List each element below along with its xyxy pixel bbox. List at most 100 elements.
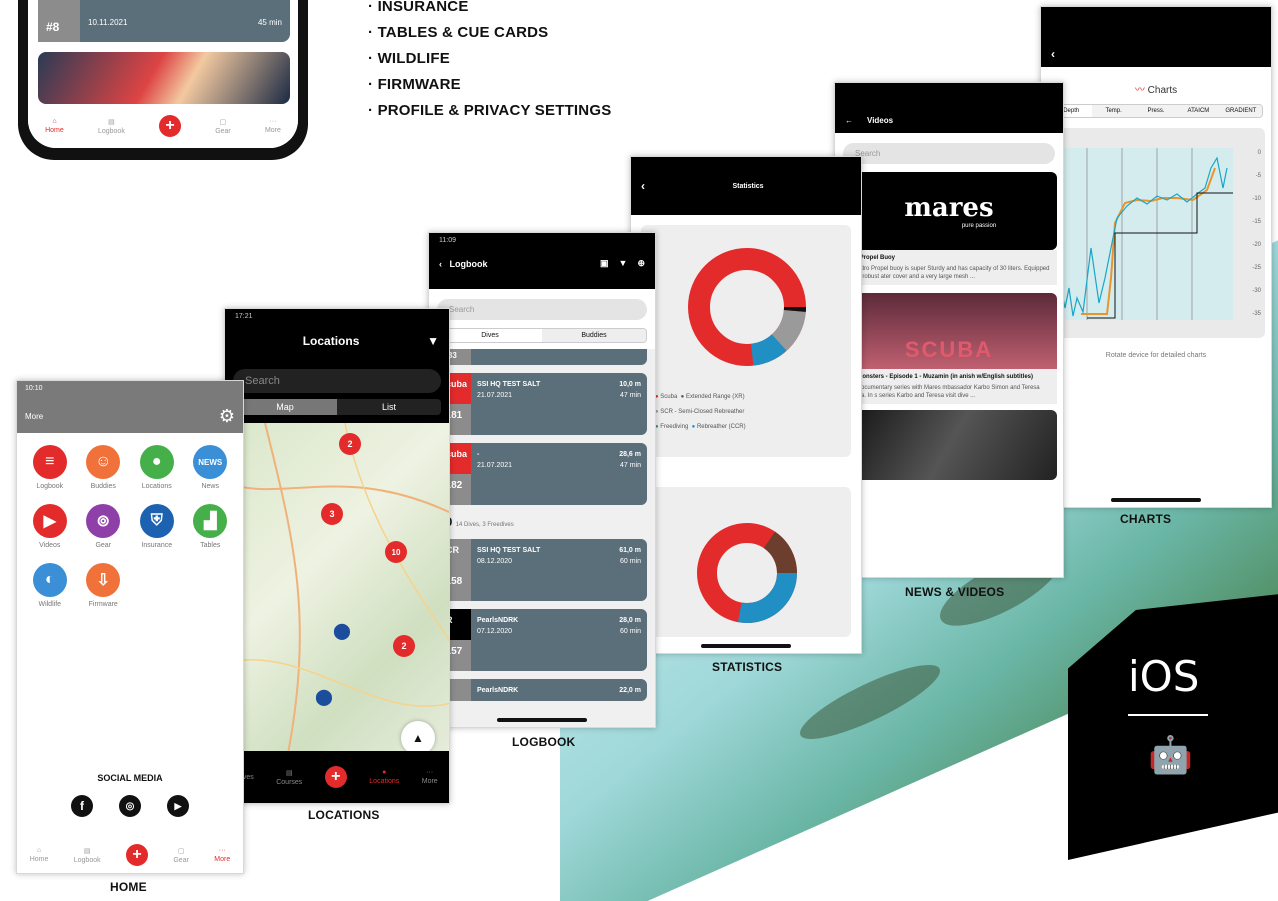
dive-row[interactable]: SCR#158 SSI HQ TEST SALT08.12.2020 61,0 … bbox=[437, 539, 647, 601]
grid-item-tables[interactable]: ▟ Tables bbox=[184, 504, 238, 549]
pin-icon: ● bbox=[382, 769, 387, 776]
map-pin-icon[interactable]: ⬤ bbox=[315, 687, 333, 707]
add-icon[interactable]: ⊕ bbox=[637, 258, 645, 269]
back-icon[interactable]: ‹ bbox=[641, 179, 645, 193]
tab-logbook[interactable]: ▤ Logbook bbox=[98, 118, 125, 135]
video-item-title[interactable]: uba Monsters - Episode 1 - Muzamin (in a… bbox=[845, 373, 1053, 381]
seg-dives[interactable]: Dives bbox=[438, 329, 542, 342]
video-thumbnail[interactable]: SCUBA bbox=[841, 293, 1057, 369]
tab-more[interactable]: ··· More bbox=[422, 769, 438, 785]
type-donut-card: ● Scuba ● Extended Range (XR) ● SCR - Se… bbox=[641, 225, 851, 457]
dive-row[interactable]: Scuba #181 SSI HQ TEST SALT 21.07.2021 10,… bbox=[437, 373, 647, 435]
video-thumbnail[interactable] bbox=[841, 410, 1057, 480]
filter-icon[interactable]: ▼ bbox=[619, 258, 628, 269]
home-indicator bbox=[497, 718, 587, 722]
map-cluster[interactable]: 10 bbox=[385, 541, 407, 563]
grid-item-locations[interactable]: ● Locations bbox=[130, 445, 184, 490]
locations-screen: 17:21 Locations ▼ Search Map List 2 3 10… bbox=[224, 308, 450, 804]
settings-gear-icon[interactable]: ⚙ bbox=[219, 406, 235, 427]
tab-locations[interactable]: ● Locations bbox=[369, 769, 399, 785]
more-icon: ··· bbox=[218, 847, 226, 854]
person-icon: ☺ bbox=[86, 445, 121, 479]
grid-item-firmware[interactable]: ⇩ Firmware bbox=[77, 563, 131, 608]
tab-more[interactable]: ··· More bbox=[214, 847, 230, 863]
seg-map[interactable]: Map bbox=[233, 399, 337, 415]
news-item-title[interactable]: ydro Propel Buoy bbox=[845, 254, 1053, 262]
news-title: Videos bbox=[867, 116, 894, 125]
tab-bar: ⌂ Home ▤ Logbook + ▢ Gear ··· More bbox=[28, 104, 298, 148]
home-indicator bbox=[701, 644, 791, 648]
dive-row[interactable]: #183 bbox=[437, 349, 647, 365]
grid-item-logbook[interactable]: ≡ Logbook bbox=[23, 445, 77, 490]
instagram-icon[interactable]: ◎ bbox=[119, 795, 141, 817]
tab-press[interactable]: Press. bbox=[1134, 105, 1178, 117]
grid-item-gear[interactable]: ⊚ Gear bbox=[77, 504, 131, 549]
grid-item-videos[interactable]: ▶ Videos bbox=[23, 504, 77, 549]
map-view[interactable]: 2 3 10 2 ⬤ ⬤ ▲ bbox=[225, 423, 449, 769]
dive-duration: 45 min bbox=[257, 18, 282, 27]
grid-item-insurance[interactable]: ⛨ Insurance bbox=[130, 504, 184, 549]
add-dive-button[interactable]: + bbox=[159, 115, 182, 137]
book-icon: ▤ bbox=[285, 769, 293, 777]
top-phone: #8 10.11.2021 45 min ⌂ Home ▤ Logbook + ▢ G… bbox=[18, 0, 308, 160]
tab-home[interactable]: ⌂ Home bbox=[45, 118, 64, 134]
grid-item-wildlife[interactable]: ◐ Wildlife bbox=[23, 563, 77, 608]
tab-temp[interactable]: Temp. bbox=[1092, 105, 1135, 117]
dive-card[interactable]: #8 10.11.2021 45 min bbox=[38, 0, 290, 42]
calendar-icon[interactable]: ▣ bbox=[600, 258, 609, 269]
home-header: More bbox=[25, 412, 44, 421]
status-time: 10:10 bbox=[25, 385, 43, 392]
tab-logbook[interactable]: ▤ Logbook bbox=[74, 847, 101, 864]
youtube-icon[interactable]: ▶ bbox=[167, 795, 189, 817]
back-icon[interactable]: ‹ bbox=[1051, 47, 1055, 61]
tab-courses[interactable]: ▤ Courses bbox=[276, 769, 302, 786]
status-time: 11:09 bbox=[439, 237, 456, 244]
caption-home: HOME bbox=[110, 880, 147, 894]
back-icon[interactable]: ‹ bbox=[439, 259, 442, 269]
locations-title: Locations bbox=[302, 334, 360, 348]
chart-area: 0 -5 -10 -15 -20 -25 -30 -35 bbox=[1047, 128, 1265, 338]
search-input[interactable]: Search bbox=[843, 143, 1055, 164]
chart-icon: ▟ bbox=[193, 504, 228, 538]
android-icon: 🤖 bbox=[1148, 734, 1193, 775]
seg-buddies[interactable]: Buddies bbox=[542, 329, 646, 342]
map-cluster[interactable]: 3 bbox=[321, 503, 343, 525]
filter-icon[interactable]: ▼ bbox=[427, 334, 439, 348]
tab-gradient[interactable]: GRADIENT bbox=[1219, 105, 1262, 117]
map-pin-icon[interactable]: ⬤ bbox=[333, 621, 351, 641]
grid-item-buddies[interactable]: ☺ Buddies bbox=[77, 445, 131, 490]
add-dive-button[interactable]: + bbox=[125, 844, 148, 866]
search-input[interactable]: Search bbox=[233, 369, 441, 393]
mares-logo: mares bbox=[904, 193, 994, 223]
map-cluster[interactable]: 2 bbox=[339, 433, 361, 455]
add-button[interactable]: + bbox=[324, 766, 347, 788]
feature-item: · FIRMWARE bbox=[368, 76, 461, 93]
status-time: 17:21 bbox=[235, 313, 253, 320]
facebook-icon[interactable]: f bbox=[71, 795, 93, 817]
search-input[interactable]: Search bbox=[437, 299, 647, 320]
map-cluster[interactable]: 2 bbox=[393, 635, 415, 657]
tab-gear[interactable]: ▢ Gear bbox=[173, 847, 189, 864]
back-arrow-icon[interactable]: ← bbox=[845, 116, 853, 125]
dive-row[interactable]: XR#157 PearlsNDRK07.12.2020 28,0 m60 min bbox=[437, 609, 647, 671]
download-icon: ⇩ bbox=[86, 563, 121, 597]
ios-label: iOS bbox=[1128, 652, 1200, 701]
tab-more[interactable]: ··· More bbox=[265, 118, 281, 134]
tab-home[interactable]: ⌂ Home bbox=[30, 847, 49, 863]
caption-statistics: STATISTICS bbox=[712, 660, 783, 674]
mares-banner[interactable]: mares pure passion bbox=[841, 172, 1057, 250]
locate-button[interactable]: ▲ bbox=[401, 721, 435, 755]
dive-date: 10.11.2021 bbox=[88, 18, 128, 27]
feature-item: · INSURANCE bbox=[368, 0, 469, 15]
tab-ataicm[interactable]: ATAICM bbox=[1177, 105, 1220, 117]
grid-item-news[interactable]: NEWS News bbox=[184, 445, 238, 490]
dive-row[interactable]: PearlsNDRK 22,0 m bbox=[437, 679, 647, 701]
tab-gear[interactable]: ▢ Gear bbox=[215, 118, 231, 135]
scuba-banner: SCUBA bbox=[904, 337, 994, 362]
statistics-title: Statistics bbox=[732, 182, 764, 190]
video-thumbnail[interactable] bbox=[38, 52, 290, 104]
chart-line-icon: 〰 bbox=[1134, 85, 1145, 96]
seg-list[interactable]: List bbox=[337, 399, 441, 415]
dive-row[interactable]: Scuba #182 -21.07.2021 28,6 m 47 min bbox=[437, 443, 647, 505]
features-list: · INSURANCE · TABLES & CUE CARDS · WILDL… bbox=[368, 0, 611, 124]
